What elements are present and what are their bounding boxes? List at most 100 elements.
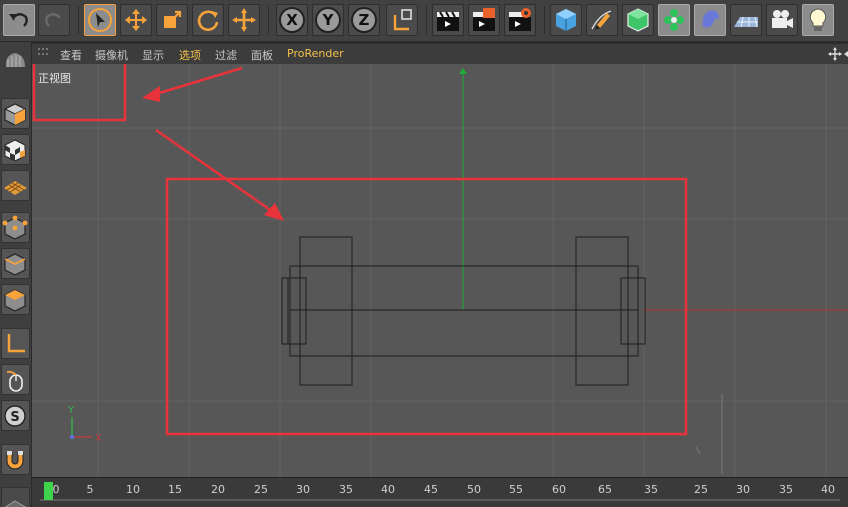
world-axis-icon — [393, 9, 412, 31]
floor-button[interactable] — [730, 4, 762, 36]
timeline-tick: 40 — [821, 483, 835, 496]
magnet-button[interactable] — [1, 444, 30, 475]
polygons-mode-button[interactable] — [1, 284, 30, 315]
timeline-tick: 30 — [296, 483, 310, 496]
undo-icon — [9, 13, 28, 27]
x-axis-button[interactable]: X — [276, 4, 308, 36]
y-axis-button[interactable]: Y — [312, 4, 344, 36]
edges-mode-icon — [4, 253, 26, 276]
workplane-icon — [4, 181, 27, 195]
snap-icon: S — [4, 405, 26, 427]
annotation-arrowhead-left — [142, 86, 160, 102]
cube-button[interactable] — [550, 4, 582, 36]
tweak-mode-icon — [6, 370, 23, 392]
main-toolbar: X Y Z — [0, 0, 848, 42]
points-mode-button[interactable] — [1, 212, 30, 243]
menu-prorender[interactable]: ProRender — [287, 47, 344, 60]
svg-text:Y: Y — [322, 11, 335, 29]
coordinate-system-button[interactable] — [386, 4, 418, 36]
navigate-more-icon[interactable] — [844, 47, 848, 61]
magnet-icon — [6, 451, 24, 470]
camera-button[interactable] — [766, 4, 798, 36]
cloner-icon — [664, 9, 684, 31]
viewport-canvas[interactable]: Y X — [32, 64, 848, 477]
points-mode-icon — [2, 215, 28, 240]
model-mode-icon — [3, 103, 27, 126]
grid-button[interactable] — [1, 487, 30, 507]
layout-button[interactable] — [1, 46, 30, 77]
navigate-move-icon[interactable] — [828, 47, 842, 61]
redo-button[interactable] — [38, 4, 70, 36]
menu-view[interactable]: 查看 — [60, 47, 82, 63]
background-artifacts — [695, 394, 723, 474]
undo-button[interactable] — [3, 4, 35, 36]
gizmo-x-label: X — [95, 433, 102, 444]
annotation-arrow-left — [155, 66, 243, 96]
live-selection-button[interactable] — [84, 4, 116, 36]
clapper-gear-icon — [509, 8, 531, 31]
gizmo-y-label: Y — [67, 405, 75, 416]
z-axis-button[interactable]: Z — [348, 4, 380, 36]
annotation-box-model — [165, 177, 688, 436]
edges-mode-button[interactable] — [1, 248, 30, 279]
svg-text:Z: Z — [359, 11, 370, 29]
clapper-icon — [437, 11, 459, 31]
rotate-button[interactable] — [192, 4, 224, 36]
axis-gizmo: Y X — [67, 405, 102, 444]
timeline-tick: 35 — [779, 483, 793, 496]
cloner-button[interactable] — [658, 4, 690, 36]
timeline-tick: 50 — [467, 483, 481, 496]
texture-mode-button[interactable] — [1, 134, 30, 165]
scale-button[interactable] — [156, 4, 188, 36]
timeline-tick: 20 — [211, 483, 225, 496]
timeline-tick: 5 — [86, 483, 94, 496]
grip-icon — [38, 48, 48, 55]
timeline-tick: 35 — [644, 483, 658, 496]
left-wheel-outline — [299, 236, 353, 386]
render-settings-button[interactable] — [504, 4, 536, 36]
rotate-icon — [197, 10, 219, 32]
mode-palette: S — [0, 42, 32, 507]
grid-lines — [32, 64, 848, 477]
annotation-arrow-down — [155, 128, 277, 216]
car-body-outline — [289, 265, 639, 357]
render-picture-viewer-button[interactable] — [468, 4, 500, 36]
menu-cameras[interactable]: 摄像机 — [95, 47, 128, 63]
menu-filter[interactable]: 过滤 — [215, 47, 237, 63]
tweak-mode-button[interactable] — [1, 364, 30, 395]
deformer-button[interactable] — [694, 4, 726, 36]
viewport-menu-bar: 查看 摄像机 显示 选项 过滤 面板 ProRender — [32, 44, 848, 64]
snap-button[interactable]: S — [1, 400, 30, 431]
cursor-icon — [88, 8, 112, 32]
menu-panel[interactable]: 面板 — [251, 47, 273, 63]
layout-icon — [5, 53, 25, 67]
timeline-tick: 15 — [168, 483, 182, 496]
timeline-tick: 55 — [509, 483, 523, 496]
scale-icon — [164, 10, 182, 28]
axis-mode-button[interactable] — [1, 328, 30, 359]
timeline-ruler[interactable]: 0 5 10 15 20 25 30 35 40 45 50 55 60 65 … — [32, 477, 848, 507]
grid-icon — [4, 500, 27, 507]
menu-display[interactable]: 显示 — [142, 47, 164, 63]
timeline-tick: 65 — [598, 483, 612, 496]
right-wheel-outline — [575, 236, 629, 386]
workplane-button[interactable] — [1, 170, 30, 201]
model-mode-button[interactable] — [1, 98, 30, 129]
timeline-tick: 10 — [126, 483, 140, 496]
timeline-tick: 0 — [52, 483, 60, 496]
pen-icon — [591, 10, 612, 30]
light-button[interactable] — [802, 4, 834, 36]
pen-button[interactable] — [586, 4, 618, 36]
front-viewport[interactable]: Y X 正视图 — [32, 64, 848, 477]
timeline-tick: 35 — [339, 483, 353, 496]
subdivision-button[interactable] — [622, 4, 654, 36]
svg-text:S: S — [10, 410, 19, 425]
left-hub-outline — [281, 277, 307, 345]
redo-icon — [45, 13, 61, 27]
render-view-button[interactable] — [432, 4, 464, 36]
recent-tool-button[interactable] — [228, 4, 260, 36]
menu-options[interactable]: 选项 — [179, 47, 201, 63]
cube-icon — [556, 9, 576, 31]
move-button[interactable] — [120, 4, 152, 36]
timeline-tick: 60 — [552, 483, 566, 496]
